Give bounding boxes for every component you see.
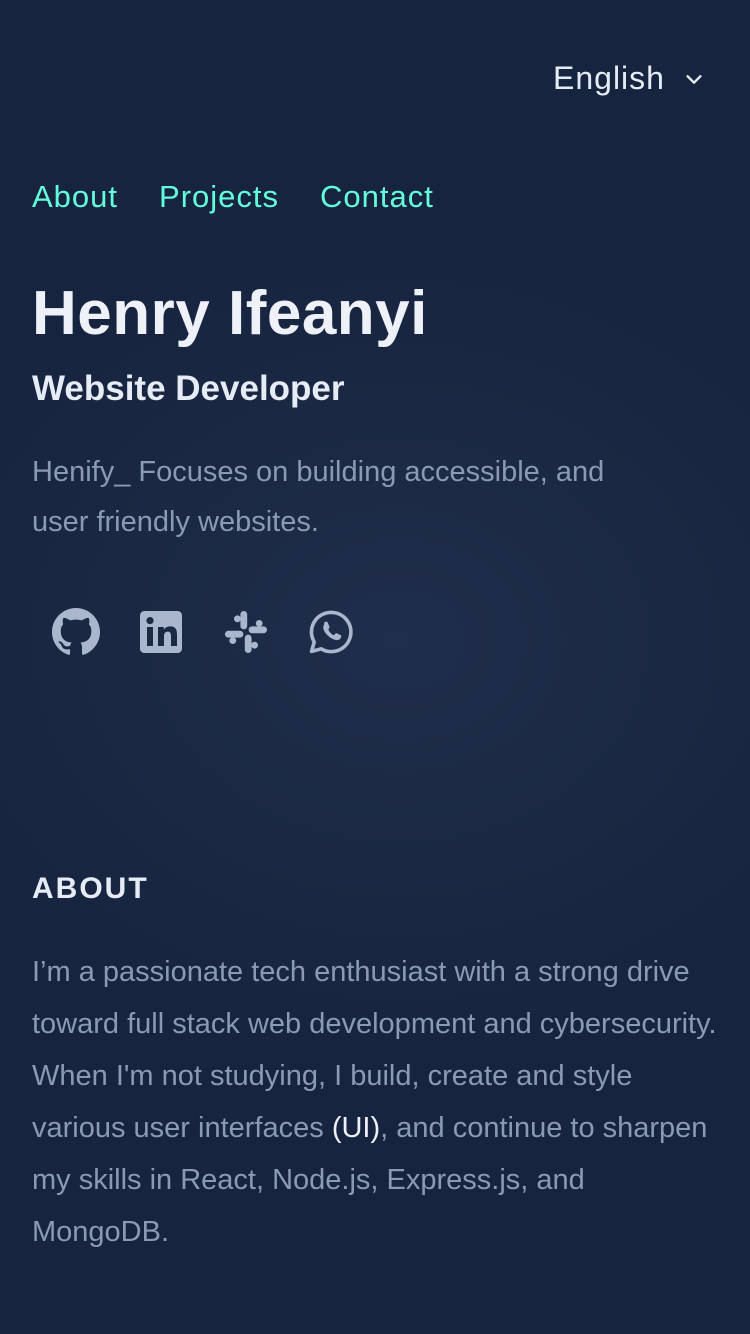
whatsapp-link[interactable] [305,606,357,658]
nav-link-projects[interactable]: Projects [159,178,279,216]
slack-link[interactable] [220,606,272,658]
language-selector[interactable]: English [553,60,705,97]
social-links [50,606,357,658]
language-label: English [553,60,665,96]
github-icon [52,608,100,655]
linkedin-icon [140,611,182,653]
linkedin-link[interactable] [135,606,187,658]
whatsapp-icon [309,610,353,654]
nav-link-about[interactable]: About [32,178,118,216]
chevron-down-icon [686,74,702,84]
page-title: Henry Ifeanyi [32,279,428,348]
nav-link-contact[interactable]: Contact [320,178,434,216]
about-paragraph: I’m a passionate tech enthusiast with a … [32,946,722,1258]
github-link[interactable] [50,606,102,658]
role-subtitle: Website Developer [32,369,345,408]
slack-icon [225,611,267,653]
main-nav: About Projects Contact [32,178,434,216]
about-highlight: (UI) [331,1112,381,1144]
about-section-title: ABOUT [32,872,149,905]
tagline: Henify_ Focuses on building accessible, … [32,456,605,538]
